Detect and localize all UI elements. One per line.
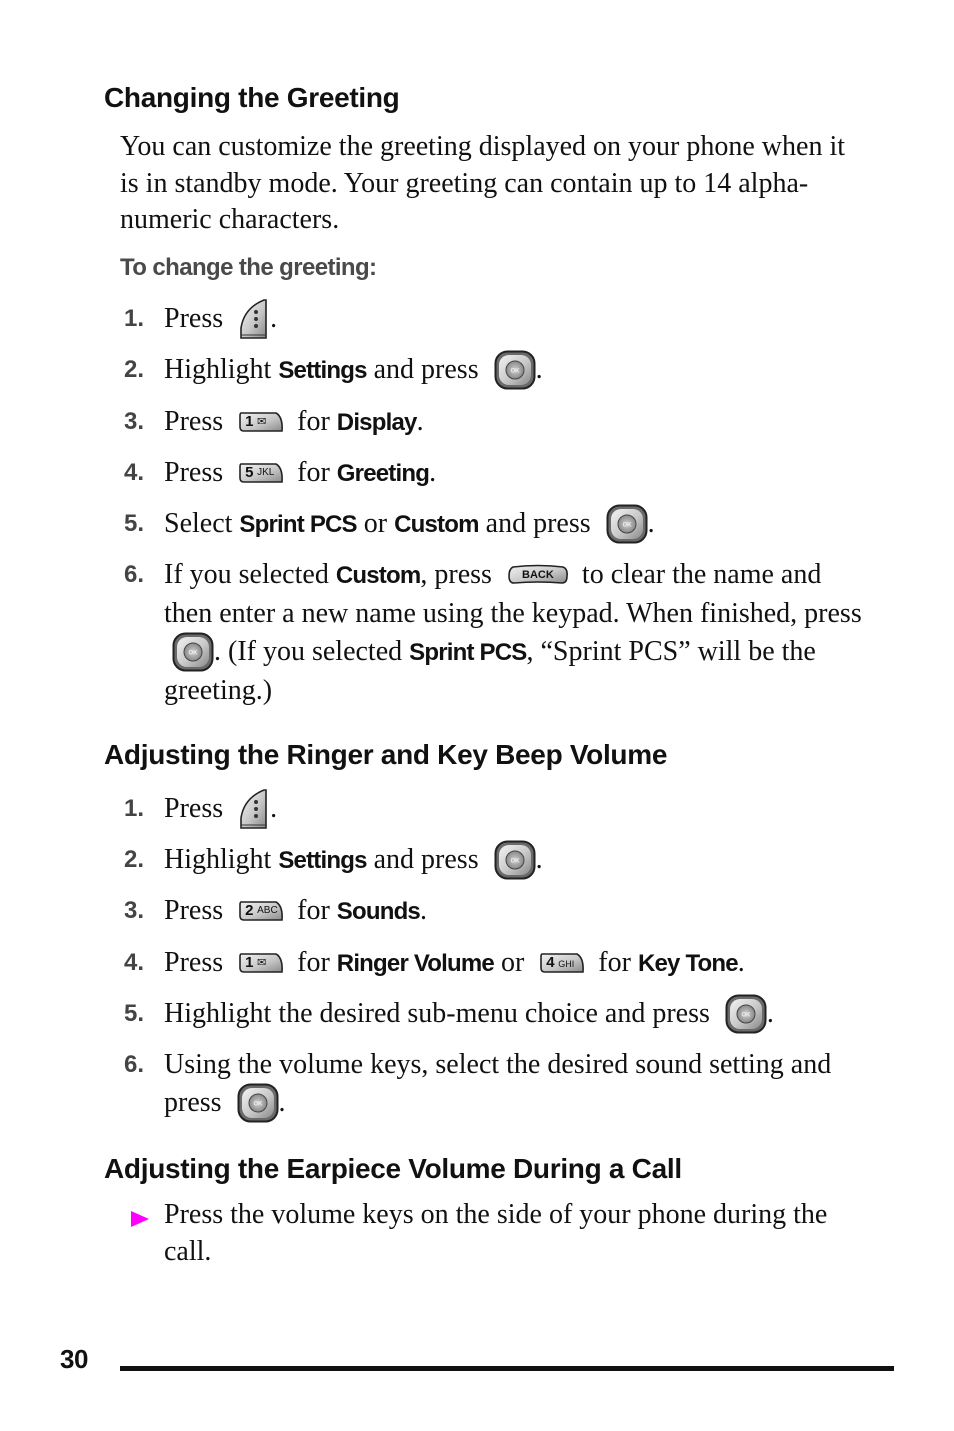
step-text: Press [164,947,231,978]
ok-key-icon [606,504,648,544]
greeting-step-3: 3. Press 1 ✉ for Display. [124,403,864,442]
section-heading-earpiece: Adjusting the Earpiece Volume During a C… [104,1153,682,1184]
step-text: . [270,303,278,334]
step-text: Select [164,508,240,539]
step-text: . [270,793,278,824]
menu-keyword-ringer-volume: Ringer Volume [336,950,495,977]
menu-key-icon [238,298,270,340]
earpiece-instruction: Press the volume keys on the side of you… [164,1199,828,1267]
menu-keyword-sounds: Sounds [336,898,421,925]
step-text: . [766,998,774,1029]
step-text: . [535,354,543,385]
step-text: or [493,947,532,978]
step-number: 3. [124,408,145,435]
step-text: Press [164,895,231,926]
step-text: , press [420,559,499,590]
step-text: for [591,947,638,978]
ok-key-icon [172,632,214,672]
key-5-icon: 5 JKL [238,462,284,484]
back-key-icon: BACK [507,564,569,586]
greeting-step-2: 2. Highlight Settings and press . [124,351,864,390]
step-number: 6. [124,1051,145,1078]
step-text: for [290,895,337,926]
ringer-step-4: 4. Press 1 ✉ for Ringer Volume or 4 GHI fo… [124,944,864,983]
step-text: Press [164,406,231,437]
step-text: or [356,508,395,539]
step-text: Press [164,793,231,824]
step-text: and press [366,354,486,385]
step-text: for [290,947,337,978]
step-number: 5. [124,510,145,537]
step-text: Highlight the desired sub-menu choice an… [164,998,717,1029]
step-text: Highlight [164,354,279,385]
menu-keyword-custom: Custom [394,511,479,538]
greeting-subheading: To change the greeting: [120,254,377,281]
step-text: . [737,947,745,978]
ringer-step-5: 5. Highlight the desired sub-menu choice… [124,995,864,1033]
step-text: . [419,895,427,926]
menu-keyword-sprint-pcs: Sprint PCS [239,511,357,538]
ringer-step-3: 3. Press 2 ABC for Sounds. [124,892,864,931]
key-1-icon: 1 ✉ [238,411,284,433]
step-number: 2. [124,356,145,383]
ringer-step-1: 1. Press . [124,790,864,828]
menu-keyword-custom: Custom [335,562,421,589]
menu-keyword-settings: Settings [278,847,367,874]
step-text: Highlight [164,844,279,875]
step-number: 4. [124,949,145,976]
step-text: Press [164,303,231,334]
step-number: 1. [124,305,145,332]
step-text: . [535,844,543,875]
step-text: If you selected [164,559,336,590]
menu-keyword-display: Display [336,409,418,436]
key-2-icon: 2 ABC [238,900,284,922]
greeting-step-1: 1. Press . [124,300,864,338]
step-number: 5. [124,1000,145,1027]
page-number: 30 [60,1344,88,1374]
step-text: and press [366,844,486,875]
step-text: . [278,1087,286,1118]
key-4-icon: 4 GHI [539,952,585,974]
step-number: 4. [124,459,145,486]
ringer-step-6: 6. Using the volume keys, select the des… [124,1046,864,1122]
ok-key-icon [494,840,536,880]
step-number: 3. [124,897,145,924]
step-text: . (If you selected [214,636,410,667]
greeting-step-6: 6. If you selected Custom, press BACK to… [124,556,864,710]
ok-key-icon [725,994,767,1034]
section-heading-greeting: Changing the Greeting [104,82,400,113]
key-1-icon: 1 ✉ [238,952,284,974]
ringer-step-2: 2. Highlight Settings and press . [124,841,864,880]
menu-keyword-key-tone: Key Tone [637,950,739,977]
greeting-step-5: 5. Select Sprint PCS or Custom and press… [124,505,864,544]
step-text: . [647,508,655,539]
menu-keyword-settings: Settings [278,357,367,384]
section-heading-ringer: Adjusting the Ringer and Key Beep Volume [104,739,668,770]
menu-keyword-sprint-pcs: Sprint PCS [409,639,527,666]
bullet-arrow-icon [131,1211,149,1227]
step-text: for [290,406,337,437]
ok-key-icon [237,1083,279,1123]
greeting-intro: You can customize the greeting displayed… [120,131,846,235]
step-number: 6. [124,561,145,588]
step-number: 2. [124,846,145,873]
menu-keyword-greeting: Greeting [336,460,430,487]
footer-rule [120,1366,894,1371]
menu-key-icon [238,788,270,830]
step-number: 1. [124,795,145,822]
step-text: . [429,457,437,488]
step-text: for [290,457,337,488]
greeting-step-4: 4. Press 5 JKL for Greeting. [124,454,864,493]
ok-key-icon [494,350,536,390]
step-text: and press [478,508,598,539]
step-text: Press [164,457,231,488]
step-text: . [416,406,424,437]
